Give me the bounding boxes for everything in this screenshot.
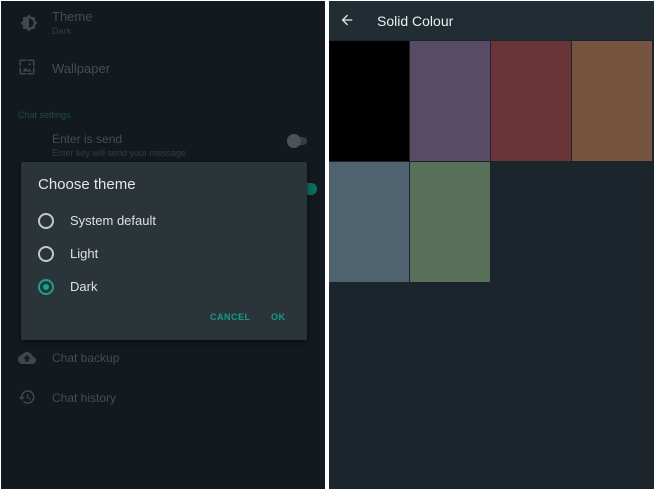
dialog-title: Choose theme (38, 176, 136, 193)
option-label: Dark (70, 279, 98, 294)
theme-option-system-default[interactable]: System default (21, 206, 307, 236)
chat-backup-title: Chat backup (52, 351, 120, 365)
chat-settings-header: Chat settings (18, 110, 71, 120)
chat-history-title: Chat history (52, 391, 117, 405)
theme-option-light[interactable]: Light (21, 239, 307, 269)
app-bar: Solid Colour (329, 1, 654, 40)
colour-swatch-red[interactable] (491, 41, 571, 161)
theme-title: Theme (52, 9, 93, 24)
theme-value: Dark (52, 26, 72, 36)
ok-button[interactable]: OK (271, 312, 286, 322)
partially-hidden-toggle (307, 183, 317, 195)
option-label: System default (70, 213, 156, 228)
colour-swatch-purple[interactable] (410, 41, 490, 161)
radio-button[interactable] (38, 213, 54, 229)
enter-send-subtitle: Enter key will send your message (52, 148, 187, 158)
wallpaper-title: Wallpaper (52, 61, 111, 76)
history-icon (18, 390, 35, 404)
enter-send-title: Enter is send (52, 132, 123, 146)
brightness-icon (20, 14, 38, 32)
toggle-knob (287, 134, 301, 148)
colour-swatch-brown[interactable] (572, 41, 652, 161)
cancel-button[interactable]: CANCEL (210, 312, 251, 322)
radio-button[interactable] (38, 246, 54, 262)
wallpaper-icon (19, 59, 35, 75)
colour-swatch-green[interactable] (410, 162, 490, 282)
choose-theme-dialog: Choose theme System default Light Dark C… (21, 162, 307, 340)
radio-button-selected[interactable] (38, 279, 54, 295)
settings-screen: Theme Dark Wallpaper Chat settings Enter… (1, 1, 325, 489)
arrow-back-icon[interactable] (339, 12, 355, 28)
enter-send-toggle[interactable] (287, 134, 307, 148)
colour-swatch-black[interactable] (329, 41, 409, 161)
page-title: Solid Colour (377, 13, 454, 29)
colour-swatch-blue[interactable] (329, 162, 409, 282)
option-label: Light (70, 246, 99, 261)
cloud-upload-icon (18, 352, 36, 364)
theme-option-dark[interactable]: Dark (21, 272, 307, 302)
solid-colour-screen: Solid Colour (329, 1, 654, 489)
